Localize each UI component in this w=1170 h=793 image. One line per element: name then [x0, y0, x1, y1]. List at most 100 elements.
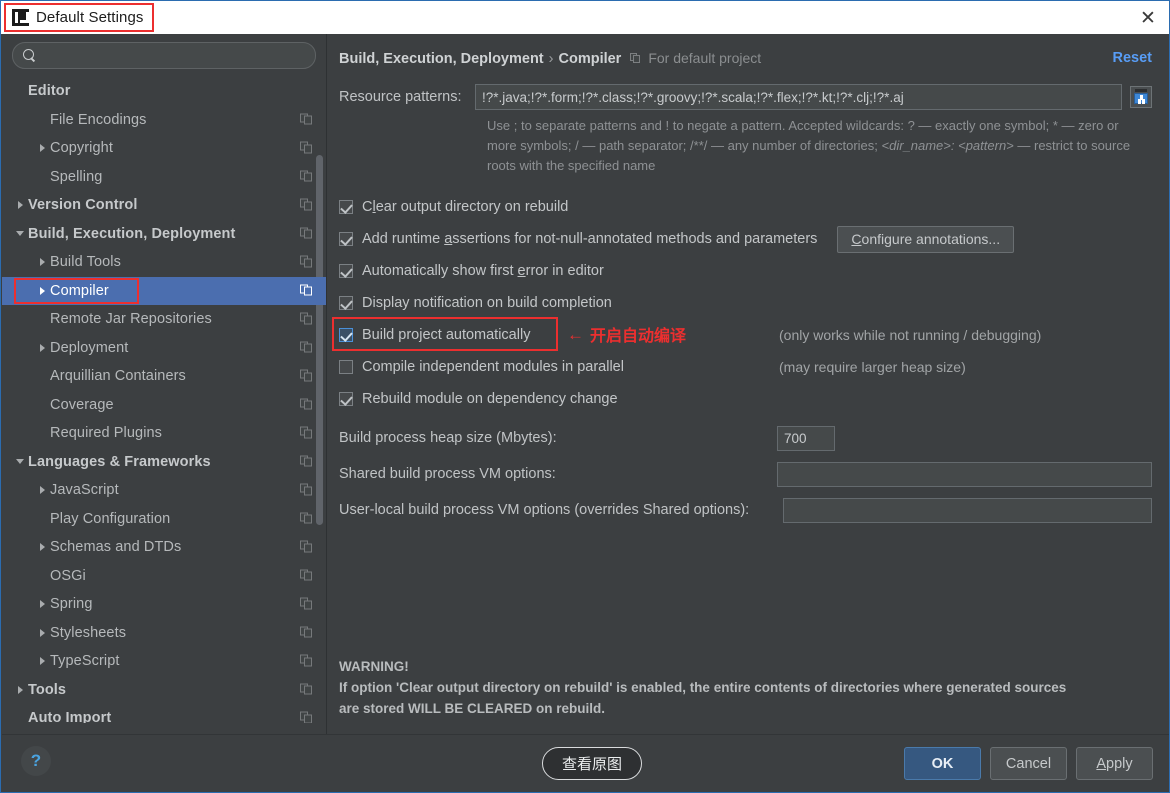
copy-settings-icon[interactable]: [300, 426, 313, 440]
search-input[interactable]: [42, 47, 305, 64]
sidebar-item-tools[interactable]: Tools: [2, 676, 326, 705]
copy-settings-icon[interactable]: [300, 569, 313, 582]
user-vm-label: User-local build process VM options (ove…: [339, 502, 750, 519]
copy-settings-icon: [630, 52, 642, 65]
checkbox-add-runtime-assertions-for-not-null-annotated-methods-and-parameters[interactable]: [339, 232, 353, 247]
copy-settings-icon[interactable]: [300, 141, 313, 155]
expand-field-icon[interactable]: [1130, 86, 1152, 108]
checkbox-label-clear-output-directory-on-rebuild[interactable]: Clear output directory on rebuild: [362, 199, 568, 215]
copy-settings-icon[interactable]: [300, 369, 313, 383]
sidebar-item-languages-frameworks[interactable]: Languages & Frameworks: [2, 448, 326, 477]
checkbox-clear-output-directory-on-rebuild[interactable]: [339, 200, 353, 215]
cancel-button[interactable]: Cancel: [990, 747, 1067, 780]
sidebar-item-version-control[interactable]: Version Control: [2, 191, 326, 220]
sidebar-item-editor[interactable]: Editor: [2, 77, 326, 106]
sidebar-item-label: Required Plugins: [50, 425, 163, 442]
chevron-right-icon[interactable]: [12, 201, 28, 210]
chevron-right-icon[interactable]: [34, 343, 50, 352]
chevron-down-icon[interactable]: [12, 459, 28, 465]
copy-settings-icon[interactable]: [300, 170, 313, 183]
chevron-right-icon[interactable]: [12, 685, 28, 694]
sidebar-item-spelling[interactable]: Spelling: [2, 163, 326, 192]
sidebar-item-required-plugins[interactable]: Required Plugins: [2, 419, 326, 448]
checkbox-label-display-notification-on-build-completion[interactable]: Display notification on build completion: [362, 295, 612, 311]
search-box[interactable]: [12, 42, 316, 69]
chevron-right-icon[interactable]: [34, 286, 50, 295]
sidebar-item-compiler[interactable]: Compiler: [2, 276, 326, 305]
checkbox-compile-independent-modules-in-parallel[interactable]: [339, 360, 353, 375]
heap-size-input[interactable]: [777, 425, 835, 451]
resource-patterns-row: Resource patterns:: [339, 84, 1152, 110]
reset-link[interactable]: Reset: [1113, 50, 1153, 66]
copy-settings-icon[interactable]: [300, 312, 313, 326]
copy-settings-icon[interactable]: [300, 341, 313, 354]
chinese-annotation: ← 开启自动编译: [567, 322, 686, 346]
sidebar-item-javascript[interactable]: JavaScript: [2, 476, 326, 505]
copy-settings-icon[interactable]: [300, 626, 313, 639]
copy-settings-icon[interactable]: [300, 711, 313, 723]
copy-settings-icon[interactable]: [300, 398, 313, 411]
checkbox-note-build-project-automatically: (only works while not running / debuggin…: [779, 327, 1042, 344]
sidebar-item-auto-import[interactable]: Auto Import: [2, 704, 326, 723]
checkbox-rebuild-module-on-dependency-change[interactable]: [339, 392, 353, 407]
copy-settings-icon[interactable]: [300, 512, 313, 525]
chevron-right-icon[interactable]: [34, 600, 50, 609]
chevron-right-icon[interactable]: [34, 657, 50, 666]
apply-button[interactable]: Apply: [1076, 747, 1153, 780]
sidebar-item-copyright[interactable]: Copyright: [2, 134, 326, 163]
checkbox-automatically-show-first-error-in-editor[interactable]: [339, 264, 353, 279]
sidebar-item-label: Compiler: [50, 282, 109, 299]
checkbox-label-compile-independent-modules-in-parallel[interactable]: Compile independent modules in parallel: [362, 359, 624, 375]
copy-settings-icon[interactable]: [300, 227, 313, 240]
copy-settings-icon[interactable]: [300, 683, 313, 696]
breadcrumb-root[interactable]: Build, Execution, Deployment: [339, 51, 544, 67]
sidebar-item-typescript[interactable]: TypeScript: [2, 647, 326, 676]
checkbox-row-clear-output-directory-on-rebuild: Clear output directory on rebuild: [339, 191, 1152, 223]
copy-settings-icon[interactable]: [300, 597, 313, 611]
close-icon[interactable]: ✕: [1135, 5, 1161, 31]
sidebar-item-osgi[interactable]: OSGi: [2, 562, 326, 591]
sidebar-item-deployment[interactable]: Deployment: [2, 334, 326, 363]
checkbox-label-rebuild-module-on-dependency-change[interactable]: Rebuild module on dependency change: [362, 391, 618, 407]
copy-settings-icon[interactable]: [300, 255, 313, 269]
copy-settings-icon[interactable]: [300, 455, 313, 468]
copy-settings-icon[interactable]: [300, 654, 313, 668]
chinese-annotation-text: 开启自动编译: [590, 328, 687, 346]
configure-annotations-button[interactable]: Configure annotations...: [837, 225, 1015, 253]
view-original-button[interactable]: 查看原图: [542, 747, 643, 780]
resource-patterns-input[interactable]: [475, 84, 1122, 110]
settings-dialog: Default Settings ✕ Editor File Encodings C…: [0, 0, 1170, 793]
shared-vm-input[interactable]: [777, 461, 1152, 487]
sidebar-item-schemas-and-dtds[interactable]: Schemas and DTDs: [2, 533, 326, 562]
copy-settings-icon[interactable]: [300, 198, 313, 212]
help-question-icon[interactable]: ?: [21, 746, 51, 776]
chevron-right-icon[interactable]: [34, 543, 50, 552]
copy-settings-icon[interactable]: [300, 284, 313, 297]
sidebar-item-build-execution-deployment[interactable]: Build, Execution, Deployment: [2, 220, 326, 249]
dialog-body: Editor File Encodings Copyright Spelling Ver…: [2, 34, 1169, 736]
checkbox-label-build-project-automatically[interactable]: Build project automatically: [362, 327, 530, 343]
checkbox-build-project-automatically[interactable]: [339, 328, 353, 343]
checkbox-label-automatically-show-first-error-in-editor[interactable]: Automatically show first error in editor: [362, 263, 604, 279]
sidebar-item-coverage[interactable]: Coverage: [2, 391, 326, 420]
copy-settings-icon[interactable]: [300, 540, 313, 554]
user-vm-input[interactable]: [783, 497, 1152, 523]
chevron-right-icon[interactable]: [34, 628, 50, 637]
copy-settings-icon[interactable]: [300, 113, 313, 126]
sidebar-item-spring[interactable]: Spring: [2, 590, 326, 619]
chevron-right-icon[interactable]: [34, 258, 50, 267]
sidebar-item-stylesheets[interactable]: Stylesheets: [2, 619, 326, 648]
sidebar-item-build-tools[interactable]: Build Tools: [2, 248, 326, 277]
copy-settings-icon[interactable]: [300, 483, 313, 497]
chevron-right-icon[interactable]: [34, 486, 50, 495]
checkbox-display-notification-on-build-completion[interactable]: [339, 296, 353, 311]
sidebar-item-file-encodings[interactable]: File Encodings: [2, 106, 326, 135]
chevron-right-icon[interactable]: [34, 144, 50, 153]
checkbox-label-add-runtime-assertions-for-not-null-annotated-methods-and-parameters[interactable]: Add runtime assertions for not-null-anno…: [362, 231, 817, 247]
sidebar-item-remote-jar-repositories[interactable]: Remote Jar Repositories: [2, 305, 326, 334]
ok-button[interactable]: OK: [904, 747, 981, 780]
sidebar-item-arquillian-containers[interactable]: Arquillian Containers: [2, 362, 326, 391]
sidebar-item-label: Coverage: [50, 396, 114, 413]
sidebar-item-play-configuration[interactable]: Play Configuration: [2, 505, 326, 534]
chevron-down-icon[interactable]: [12, 231, 28, 237]
